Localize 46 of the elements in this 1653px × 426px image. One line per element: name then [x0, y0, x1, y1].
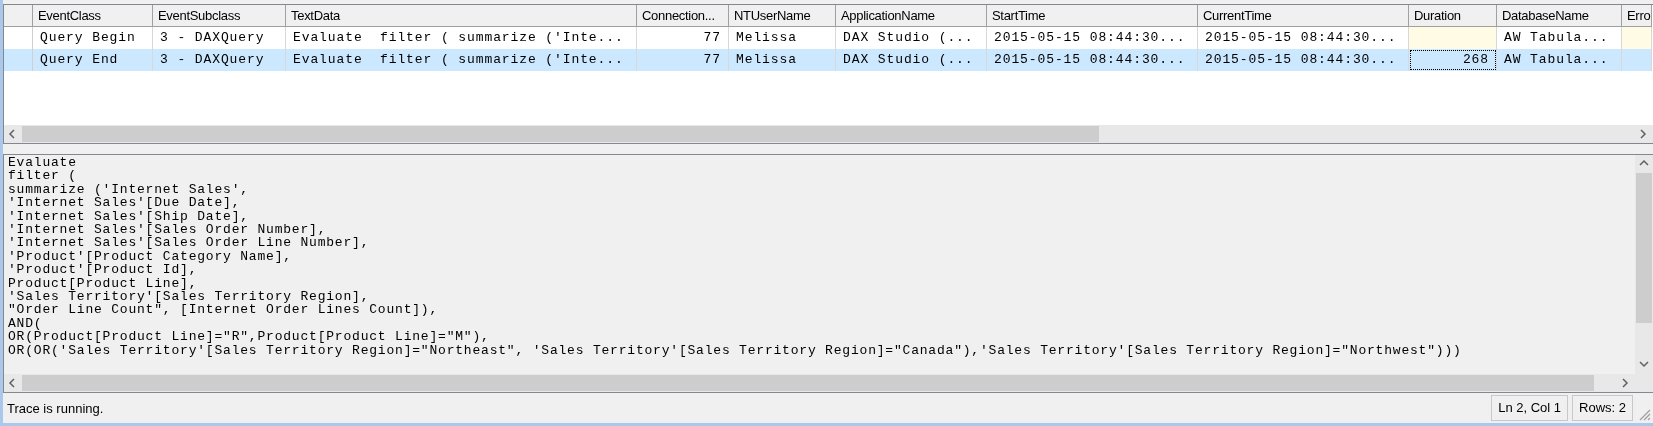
- table-cell: Melissa: [729, 49, 836, 71]
- table-cell: AW Tabula...: [1497, 49, 1622, 71]
- code-line: summarize ('Internet Sales',: [8, 182, 249, 197]
- column-header[interactable]: EventSubclass: [153, 5, 286, 27]
- horizontal-scrollbar[interactable]: [4, 125, 1653, 143]
- code-line: AND(: [8, 316, 43, 331]
- column-header[interactable]: StartTime: [987, 5, 1198, 27]
- horizontal-scrollbar[interactable]: [4, 374, 1653, 392]
- column-header[interactable]: TextData: [286, 5, 637, 27]
- column-header[interactable]: CurrentTime: [1198, 5, 1409, 27]
- code-line: "Order Line Count", [Internet Order Lines Count]),: [8, 303, 439, 317]
- table-cell: DAX Studio (...: [836, 49, 987, 71]
- code-line: 'Internet Sales'[Ship Date],: [8, 209, 249, 224]
- code-line: 'Product'[Product Category Name],: [8, 249, 292, 264]
- column-header[interactable]: Erro: [1622, 5, 1652, 27]
- vertical-scrollbar[interactable]: [1635, 155, 1653, 374]
- code-line: 'Sales Territory'[Sales Territory Region],: [8, 290, 370, 304]
- column-header[interactable]: ApplicationName: [836, 5, 987, 27]
- table-cell: 2015-05-15 08:44:30...: [987, 49, 1198, 71]
- code-line: 'Product'[Product Id],: [8, 263, 198, 277]
- code-line: OR(OR('Sales Territory'[Sales Territory Region]="Northeast", 'Sales Territory'[Sales Territory Region]="Canada"),'Sales Territory'[Sales Territory Region]="Northwest"))): [8, 343, 1462, 358]
- column-header[interactable]: DatabaseName: [1497, 5, 1622, 27]
- table-cell: [1622, 49, 1652, 71]
- code-line: 'Internet Sales'[Due Date],: [8, 196, 241, 210]
- code-line: Product[Product Line],: [8, 276, 198, 291]
- table-cell: Evaluate filter ( summarize ('Inte...: [286, 49, 637, 71]
- status-message: Trace is running.: [6, 400, 105, 416]
- table-row[interactable]: Query Begin 3 - DAXQuery Evaluate filter ( summarize ('Inte... 77 Melissa DAX Studio (... 2015-05-15 08:44:30... 2015-05-15 08:44:30... AW Tabula...: [4, 27, 1653, 49]
- code-line: 'Internet Sales'[Sales Order Line Number],: [8, 236, 370, 250]
- table-cell: Query End: [33, 49, 153, 71]
- column-header[interactable]: Duration: [1409, 5, 1497, 27]
- code-line: 'Internet Sales'[Sales Order Number],: [8, 223, 327, 237]
- code-line: Evaluate: [8, 156, 77, 170]
- code-line: filter (: [8, 169, 77, 183]
- resize-grip-icon[interactable]: [1637, 407, 1651, 421]
- column-header[interactable]: EventClass: [33, 5, 153, 27]
- column-header[interactable]: NTUserName: [729, 5, 836, 27]
- table-cell: 268: [1409, 49, 1497, 71]
- cursor-position: Ln 2, Col 1: [1491, 395, 1569, 421]
- table-cell: 2015-05-15 08:44:30...: [1198, 49, 1409, 71]
- table-cell: 3 - DAXQuery: [153, 49, 286, 71]
- column-header[interactable]: Connection...: [637, 5, 729, 27]
- code-line: OR(Product[Product Line]="R",Product[Product Line]="M"),: [8, 330, 490, 344]
- table-row[interactable]: Query End 3 - DAXQuery Evaluate filter ( summarize ('Inte... 77 Melissa DAX Studio (... 2015-05-15 08:44:30... 2015-05-15 08:44:30... 268 AW Tabula...: [4, 49, 1653, 71]
- row-count: Rows: 2: [1572, 395, 1633, 421]
- table-cell: 77: [637, 49, 729, 71]
